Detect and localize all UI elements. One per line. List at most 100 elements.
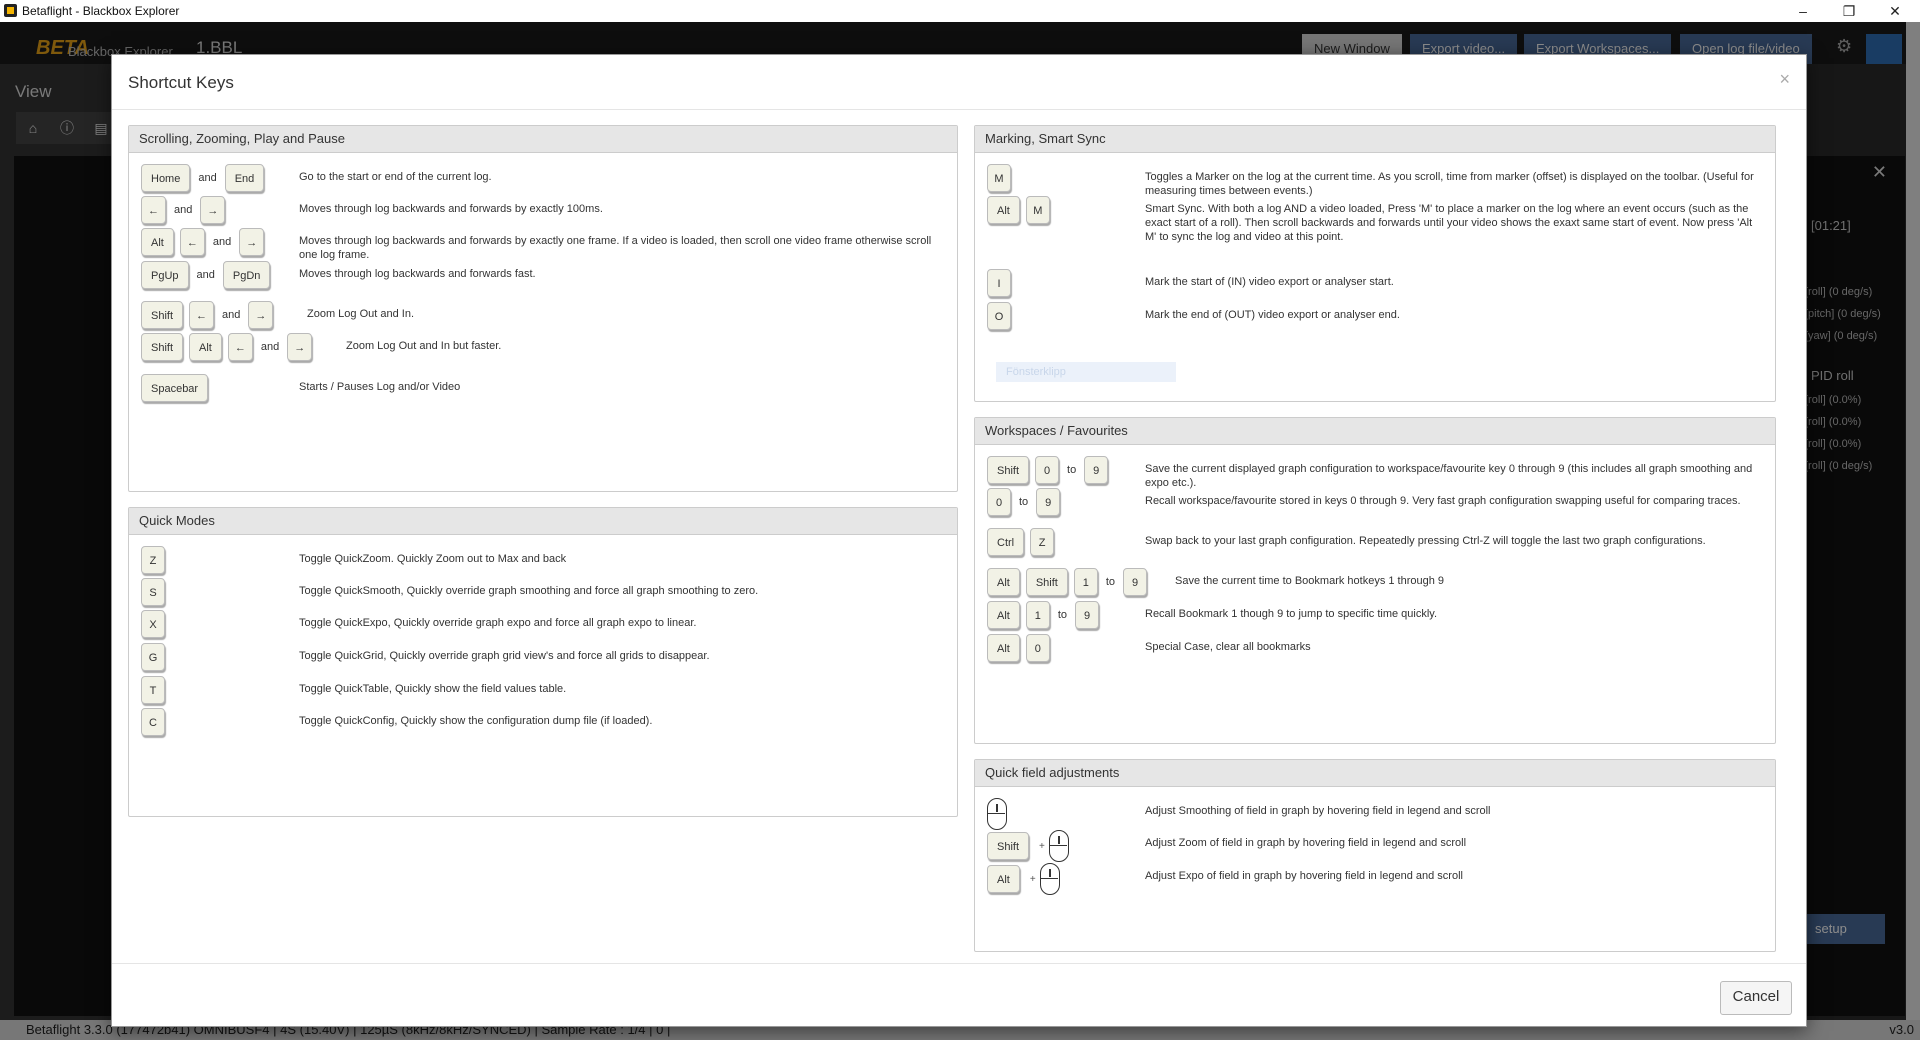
shortcut-row: Home and End Go to the start or end of the …: [129, 164, 957, 196]
key-combo: Ctrl Z: [987, 528, 1060, 560]
key-connector: to: [1057, 609, 1068, 621]
key-combo: Alt M: [987, 196, 1056, 228]
divider: [112, 963, 1806, 964]
key-cap: Alt: [987, 568, 1020, 596]
key-cap: 9: [1036, 488, 1061, 516]
minimize-button[interactable]: –: [1780, 0, 1826, 22]
shortcut-row: Shift + Adjust Zoom of field in graph by h…: [975, 830, 1775, 862]
key-combo: Z: [141, 546, 171, 578]
shortcut-description: Zoom Log Out and In.: [307, 308, 415, 320]
key-cap: ←: [179, 228, 205, 256]
key-connector: to: [1067, 464, 1077, 476]
shortcut-row: Shift Alt ← and → Zoom Log Out and In but fas…: [129, 333, 957, 365]
key-combo: T: [141, 676, 171, 708]
shortcut-row: T Toggle QuickTable, Quickly show the fie…: [129, 676, 957, 708]
key-combo: C: [141, 708, 171, 740]
section-field-adjust: Quick field adjustments Adjust Smoothing…: [974, 759, 1776, 952]
key-cap: T: [141, 676, 165, 704]
key-combo: 0 to 9: [987, 488, 1066, 520]
shortcut-description: Mark the start of (IN) video export or a…: [1145, 276, 1394, 288]
close-icon[interactable]: ×: [1779, 69, 1790, 90]
shortcut-description: Toggle QuickConfig, Quickly show the con…: [299, 715, 653, 727]
mouse-scroll-icon: [987, 798, 1007, 830]
shortcut-row: Spacebar Starts / Pauses Log and/or Video: [129, 374, 957, 406]
shortcut-row: Alt Shift 1 to 9 Save the current time to Boo…: [975, 568, 1775, 600]
key-cap: Home: [141, 164, 191, 192]
key-connector: to: [1019, 496, 1029, 508]
key-combo: ← and →: [141, 196, 231, 228]
key-cap: G: [141, 643, 165, 671]
shortcut-description: Save the current time to Bookmark hotkey…: [1175, 575, 1445, 587]
key-cap: ←: [189, 301, 215, 329]
shortcut-row: S Toggle QuickSmooth, Quickly override gr…: [129, 578, 957, 610]
shortcut-row: Shift ← and → Zoom Log Out and In.: [129, 301, 957, 333]
section-scrolling: Scrolling, Zooming, Play and Pause Home a…: [128, 125, 958, 492]
key-combo: Alt 0: [987, 634, 1056, 666]
section-title: Quick field adjustments: [975, 760, 1775, 787]
key-cap: Shift: [987, 832, 1030, 860]
shortcut-keys-dialog: Shortcut Keys × Scrolling, Zooming, Play…: [111, 54, 1807, 1027]
key-cap: Shift: [987, 456, 1030, 484]
shortcut-description: Smart Sync. With both a log AND a video …: [1145, 203, 1753, 243]
key-cap: →: [248, 301, 274, 329]
close-window-button[interactable]: ✕: [1872, 0, 1918, 22]
shortcut-description: Swap back to your last graph configurati…: [1145, 535, 1706, 547]
shortcut-description: Adjust Zoom of field in graph by hoverin…: [1145, 837, 1467, 849]
key-combo: Alt Shift 1 to 9: [987, 568, 1153, 600]
key-cap: 9: [1084, 456, 1109, 484]
shortcut-description: Moves through log backwards and forwards…: [299, 203, 603, 215]
key-cap: End: [224, 164, 265, 192]
shortcut-row: G Toggle QuickGrid, Quickly override grap…: [129, 643, 957, 675]
key-combo: Spacebar: [141, 374, 214, 406]
key-cap: Z: [141, 546, 165, 574]
key-cap: ←: [227, 333, 253, 361]
key-connector: and: [222, 309, 241, 321]
key-cap: Spacebar: [141, 374, 209, 402]
section-title: Scrolling, Zooming, Play and Pause: [129, 126, 957, 153]
key-combo: Alt ← and →: [141, 228, 270, 260]
shortcut-row: C Toggle QuickConfig, Quickly show the co…: [129, 708, 957, 740]
window-titlebar: Betaflight - Blackbox Explorer – ❐ ✕: [0, 0, 1920, 22]
cancel-button[interactable]: Cancel: [1720, 981, 1792, 1015]
shortcut-row: Alt ← and → Moves through log backwards and …: [129, 228, 957, 261]
shortcut-description: Moves through log backwards and forwards…: [299, 268, 536, 280]
section-title: Quick Modes: [129, 508, 957, 535]
shortcut-description: Toggle QuickGrid, Quickly override graph…: [299, 650, 710, 662]
section-title: Marking, Smart Sync: [975, 126, 1775, 153]
shortcut-description: Toggle QuickZoom. Quickly Zoom out to Ma…: [299, 553, 567, 565]
key-cap: 1: [1073, 568, 1098, 596]
shortcut-description: Recall Bookmark 1 though 9 to jump to sp…: [1145, 608, 1438, 620]
plus-sign: +: [1039, 840, 1045, 852]
key-cap: Z: [1030, 528, 1055, 556]
key-cap: PgUp: [141, 261, 189, 289]
key-connector: and: [212, 236, 232, 248]
dialog-title: Shortcut Keys: [128, 73, 234, 92]
key-cap: Alt: [141, 228, 174, 256]
key-cap: C: [141, 708, 165, 736]
mouse-scroll-icon: [1048, 830, 1069, 862]
shortcut-description: Go to the start or end of the current lo…: [299, 171, 492, 183]
shortcut-description: Toggle QuickTable, Quickly show the fiel…: [299, 683, 567, 695]
key-cap: 9: [1075, 601, 1100, 629]
section-workspaces: Workspaces / Favourites Shift 0 to 9 Save th…: [974, 417, 1776, 744]
key-cap: M: [1025, 196, 1050, 224]
key-cap: I: [987, 269, 1011, 297]
shortcut-row: M Toggles a Marker on the log at the curr…: [975, 164, 1775, 197]
key-cap: Shift: [141, 301, 184, 329]
shortcut-description: Adjust Smoothing of field in graph by ho…: [1145, 805, 1491, 817]
key-cap: X: [141, 610, 165, 638]
section-marking: Marking, Smart Sync M Toggles a Marker on…: [974, 125, 1776, 402]
key-cap: Ctrl: [987, 528, 1025, 556]
key-combo: I: [987, 269, 1017, 301]
key-cap: Alt: [189, 333, 222, 361]
shortcut-description: Recall workspace/favourite stored in key…: [1145, 495, 1741, 507]
key-cap: Shift: [141, 333, 184, 361]
key-cap: →: [239, 228, 265, 256]
key-connector: and: [198, 172, 217, 184]
shortcut-description: Toggles a Marker on the log at the curre…: [1145, 171, 1754, 197]
app-icon: [4, 4, 17, 17]
key-cap: O: [987, 302, 1011, 330]
maximize-button[interactable]: ❐: [1826, 0, 1872, 22]
shortcut-description: Toggle QuickExpo, Quickly override graph…: [299, 617, 697, 629]
shortcut-row: Ctrl Z Swap back to your last graph config…: [975, 528, 1775, 560]
